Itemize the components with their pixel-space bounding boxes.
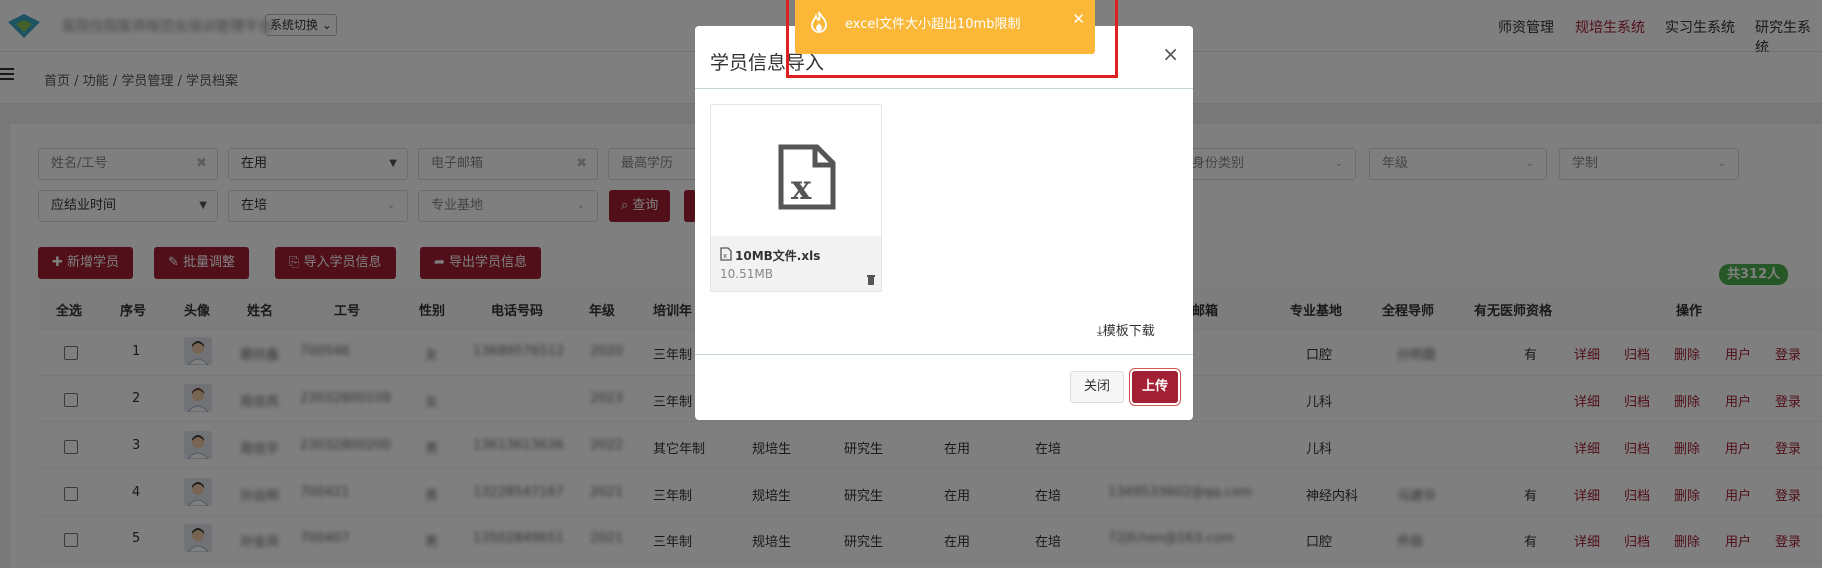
file-small-icon: x [720, 247, 732, 261]
close-icon[interactable]: × [1162, 42, 1179, 66]
file-preview-area: x [711, 105, 881, 236]
upload-button[interactable]: 上传 [1132, 371, 1178, 403]
close-button[interactable]: 关闭 [1070, 371, 1124, 403]
modal-footer-divider [695, 354, 1193, 355]
file-size: 10.51MB [720, 267, 773, 281]
template-download-link[interactable]: ⤓模板下载 [1097, 320, 1155, 339]
svg-text:x: x [791, 168, 812, 208]
file-name: 10MB文件.xls [735, 249, 821, 263]
svg-text:x: x [723, 252, 727, 260]
file-preview-card: x x 10MB文件.xls 10.51MB [710, 104, 882, 292]
highlight-box [786, 0, 1118, 78]
import-modal: 学员信息导入 × x x 10MB文件.xls 10.51MB ⤓模板下载 关闭… [695, 26, 1193, 420]
template-download-label: 模板下载 [1102, 324, 1155, 339]
modal-divider [695, 88, 1193, 89]
trash-icon[interactable] [866, 274, 876, 285]
excel-file-icon: x [778, 144, 836, 210]
file-info: x 10MB文件.xls 10.51MB [711, 236, 881, 291]
